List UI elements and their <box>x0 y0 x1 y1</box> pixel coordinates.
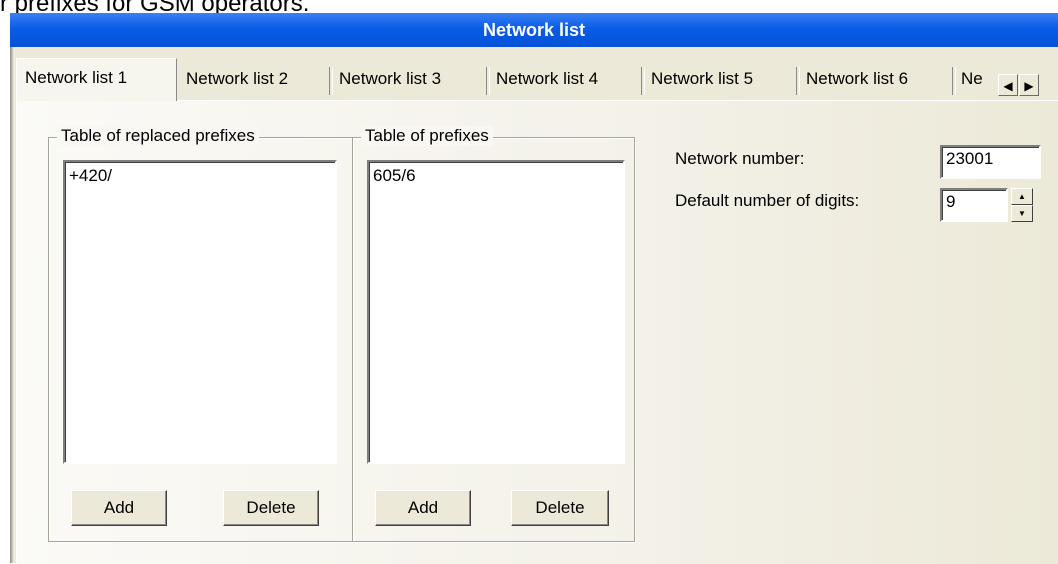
replaced-delete-button[interactable]: Delete <box>223 490 319 526</box>
window-edge <box>10 47 13 563</box>
scroll-right-icon: ▶ <box>1024 79 1034 93</box>
prefixes-title: Table of prefixes <box>361 126 493 146</box>
tab-network-list-2[interactable]: Network list 2 <box>179 62 327 98</box>
tab-scroll-left-button[interactable]: ◀ <box>998 74 1018 96</box>
default-digits-label: Default number of digits: <box>675 191 860 210</box>
list-item[interactable]: 605/6 <box>373 166 623 186</box>
tab-network-list-3[interactable]: Network list 3 <box>332 62 486 98</box>
tab-network-list-1[interactable]: Network list 1 <box>16 58 177 101</box>
default-digits-input[interactable]: 9 <box>940 188 1008 222</box>
spin-down-icon[interactable]: ▼ <box>1011 205 1033 222</box>
replaced-prefixes-list[interactable]: +420/ <box>63 160 337 464</box>
prefixes-add-button[interactable]: Add <box>375 490 471 526</box>
replaced-prefixes-title: Table of replaced prefixes <box>57 126 259 146</box>
network-number-label: Network number: <box>675 149 805 168</box>
tab-network-list-7[interactable]: Ne <box>955 62 997 98</box>
replaced-add-button[interactable]: Add <box>71 490 167 526</box>
default-digits-spinner[interactable]: ▲ ▼ <box>1011 188 1033 222</box>
tab-page: Table of replaced prefixes +420/ Add Del… <box>16 100 1058 564</box>
spin-up-icon[interactable]: ▲ <box>1011 188 1033 205</box>
tab-network-list-6[interactable]: Network list 6 <box>799 62 952 98</box>
dialog-title: Network list <box>10 13 1058 47</box>
replaced-prefixes-group: Table of replaced prefixes +420/ Add Del… <box>48 126 353 542</box>
tab-network-list-5[interactable]: Network list 5 <box>644 62 796 98</box>
network-number-input[interactable]: 23001 <box>940 145 1041 179</box>
tab-network-list-4[interactable]: Network list 4 <box>489 62 639 98</box>
prefixes-delete-button[interactable]: Delete <box>511 490 609 526</box>
scroll-left-icon: ◀ <box>1003 79 1013 93</box>
prefixes-group: Table of prefixes 605/6 Add Delete <box>352 126 635 542</box>
tab-scroll-right-button[interactable]: ▶ <box>1019 74 1039 96</box>
list-item[interactable]: +420/ <box>69 166 335 186</box>
prefixes-list[interactable]: 605/6 <box>367 160 625 464</box>
